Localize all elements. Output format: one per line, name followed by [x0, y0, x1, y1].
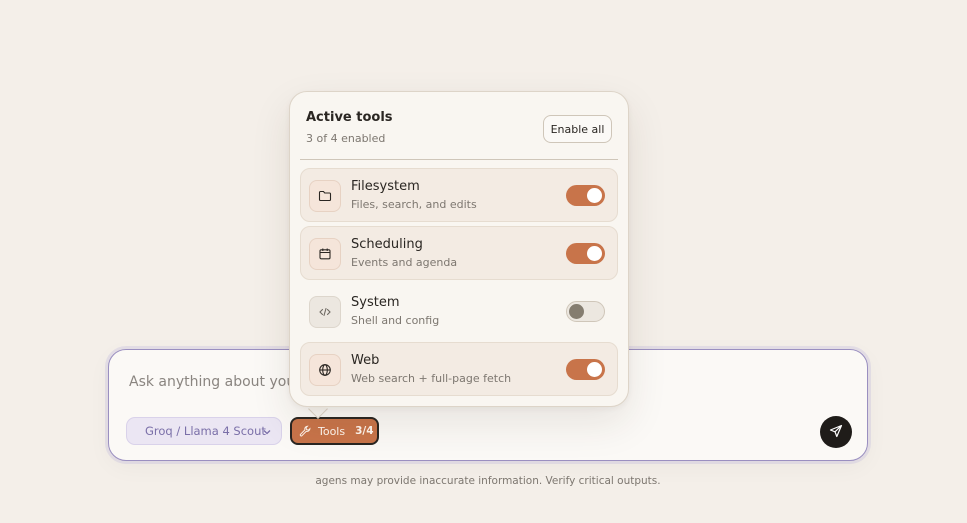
tool-name: Scheduling [351, 237, 423, 252]
globe-icon [309, 354, 341, 386]
disclaimer-text: agens may provide inaccurate information… [315, 475, 661, 487]
send-button[interactable] [820, 416, 852, 448]
tool-description: Events and agenda [351, 256, 458, 269]
chat-input[interactable]: Ask anything about your [129, 374, 301, 390]
tool-row-scheduling[interactable]: Scheduling Events and agenda [300, 226, 618, 280]
web-toggle[interactable] [566, 359, 605, 380]
code-icon [309, 296, 341, 328]
toggle-knob [569, 304, 584, 319]
tool-name: Filesystem [351, 179, 420, 194]
toggle-knob [587, 188, 602, 203]
tool-description: Web search + full-page fetch [351, 372, 512, 385]
model-select-label: Groq / Llama 4 Scout [145, 424, 266, 438]
scheduling-toggle[interactable] [566, 243, 605, 264]
wrench-icon [299, 425, 311, 437]
tools-button-label: Tools [318, 424, 346, 438]
popover-subtitle: 3 of 4 enabled [306, 132, 386, 145]
toggle-knob [587, 362, 602, 377]
tools-popover: Active tools 3 of 4 enabled Enable all F… [289, 91, 629, 407]
tool-name: System [351, 295, 400, 310]
popover-title: Active tools [306, 110, 393, 125]
toggle-knob [587, 246, 602, 261]
folder-icon [309, 180, 341, 212]
chevron-down-icon [262, 426, 272, 440]
tool-row-filesystem[interactable]: Filesystem Files, search, and edits [300, 168, 618, 222]
tool-row-web[interactable]: Web Web search + full-page fetch [300, 342, 618, 396]
filesystem-toggle[interactable] [566, 185, 605, 206]
calendar-icon [309, 238, 341, 270]
tool-description: Files, search, and edits [351, 198, 477, 211]
system-toggle[interactable] [566, 301, 605, 322]
tools-count-badge: 3/4 [355, 425, 374, 437]
divider [300, 159, 618, 160]
model-select[interactable]: Groq / Llama 4 Scout [126, 417, 282, 445]
tool-row-system[interactable]: System Shell and config [300, 284, 618, 338]
enable-all-button[interactable]: Enable all [543, 115, 612, 143]
tool-name: Web [351, 353, 380, 368]
tools-button[interactable]: Tools 3/4 [290, 417, 379, 445]
tool-description: Shell and config [351, 314, 440, 327]
send-icon [829, 423, 843, 442]
